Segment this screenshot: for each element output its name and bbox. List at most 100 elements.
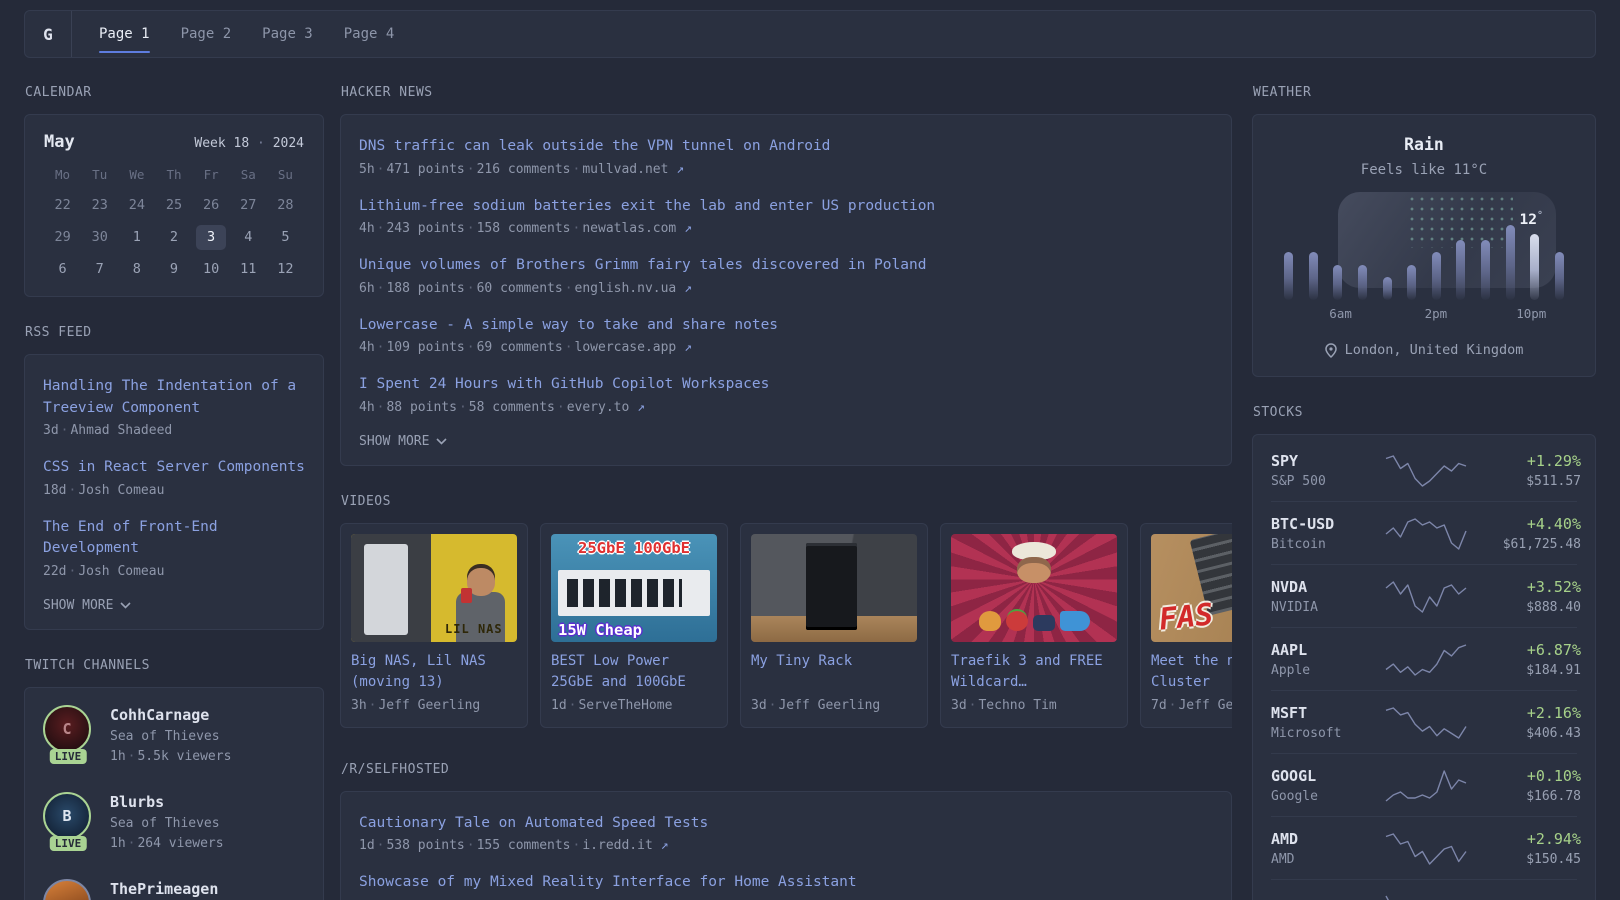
hn-item-meta: 4h · 243 points · 158 comments · newatlas.com … xyxy=(359,221,692,236)
avatar: B xyxy=(43,791,91,840)
twitch-avatar: C LIVE xyxy=(43,704,93,764)
pc-tower-art xyxy=(363,544,409,636)
weather-section: WEATHER Rain Feels like 11°C 12° 6am 2pm 1… xyxy=(1252,85,1596,377)
stock-ticker: BTC-USD xyxy=(1271,515,1335,533)
video-title-link[interactable]: Big NAS, Lil NAS (moving 13) xyxy=(351,651,517,693)
hn-domain-link[interactable]: english.nv.ua ↗ xyxy=(575,281,692,296)
hn-comments-link[interactable]: 60 comments xyxy=(477,281,563,296)
stock-change: +1.29% xyxy=(1526,452,1581,470)
stock-row[interactable]: GOOGL Google +0.10% $166.78 xyxy=(1271,753,1581,816)
stock-name: Microsoft xyxy=(1271,726,1342,741)
hour-labels: 6am 2pm 10pm xyxy=(1281,306,1567,322)
twitch-channel-name[interactable]: Blurbs xyxy=(110,793,224,811)
hn-item-link[interactable]: I Spent 24 Hours with GitHub Copilot Wor… xyxy=(359,374,1213,396)
stock-name: S&P 500 xyxy=(1271,474,1326,489)
weather-location: London, United Kingdom xyxy=(1269,342,1579,358)
stock-value: $61,725.48 xyxy=(1502,537,1581,552)
stock-row[interactable]: AAPL Apple +6.87% $184.91 xyxy=(1271,627,1581,690)
reddit-comments-link[interactable]: 155 comments xyxy=(477,838,571,853)
left-column: CALENDAR May Week 18 · 2024 Mo Tu We Th … xyxy=(24,85,324,900)
stock-row[interactable]: AMD AMD +2.94% $150.45 xyxy=(1271,816,1581,879)
video-title-link[interactable]: Traefik 3 and FREE Wildcard… xyxy=(951,651,1117,693)
calendar-day: 11 xyxy=(240,261,257,277)
twitch-channel-name[interactable]: ThePrimeagen xyxy=(110,880,218,898)
rss-show-more-button[interactable]: SHOW MORE xyxy=(43,598,305,613)
hn-item-link[interactable]: Unique volumes of Brothers Grimm fairy t… xyxy=(359,255,1213,277)
hour-label: 6am xyxy=(1329,306,1352,321)
reddit-item: Cautionary Tale on Automated Speed Tests… xyxy=(359,813,1213,854)
video-thumbnail[interactable]: 25GbE 100GbE 15W Cheap xyxy=(551,533,717,642)
rss-item-link[interactable]: Handling The Indentation of a Treeview C… xyxy=(43,376,305,419)
rss-section: RSS FEED Handling The Indentation of a T… xyxy=(24,325,324,630)
reddit-domain-link[interactable]: i.redd.it ↗ xyxy=(582,838,668,853)
external-link-icon: ↗ xyxy=(660,838,669,853)
stock-change: +4.40% xyxy=(1526,515,1581,533)
rss-item-link[interactable]: CSS in React Server Components xyxy=(43,457,305,479)
network-switch-art xyxy=(558,569,710,616)
video-meta: 3d · Techno Tim xyxy=(951,697,1057,713)
stock-row[interactable]: NVDA NVIDIA +3.52% $888.40 xyxy=(1271,564,1581,627)
reddit-item: Showcase of my Mixed Reality Interface f… xyxy=(359,872,1213,894)
twitch-channel-name[interactable]: CohhCarnage xyxy=(110,706,231,724)
video-channel-link[interactable]: ServeTheHome xyxy=(578,698,672,713)
hn-domain-link[interactable]: mullvad.net ↗ xyxy=(582,162,684,177)
stock-value: $150.45 xyxy=(1526,852,1581,867)
app-logo[interactable]: G xyxy=(25,11,72,57)
hn-item-meta: 6h · 188 points · 60 comments · english.nv.ua … xyxy=(359,280,692,296)
video-card: 25GbE 100GbE 15W Cheap BEST Low Power 25… xyxy=(540,522,728,728)
rss-item: The End of Front-End Development 22d · Jos… xyxy=(43,517,305,579)
video-card: LIL NAS Big NAS, Lil NAS (moving 13) 3h ·… xyxy=(340,522,528,728)
tab-page-2[interactable]: Page 2 xyxy=(181,11,232,57)
hn-domain-link[interactable]: newatlas.com ↗ xyxy=(582,221,692,236)
twitch-channel-row[interactable]: ThePrimeagen xyxy=(43,878,305,900)
videos-carousel: LIL NAS Big NAS, Lil NAS (moving 13) 3h ·… xyxy=(340,522,1232,728)
video-thumbnail[interactable]: FAS xyxy=(1151,533,1232,642)
stock-name: Google xyxy=(1271,789,1318,804)
video-channel-link[interactable]: Jeff Geerling xyxy=(1178,698,1232,713)
hn-comments-link[interactable]: 58 comments xyxy=(469,400,555,415)
selfhosted-section: /R/SELFHOSTED Cautionary Tale on Automat… xyxy=(340,762,1232,900)
tab-page-3[interactable]: Page 3 xyxy=(262,11,313,57)
hn-comments-link[interactable]: 69 comments xyxy=(477,340,563,355)
reddit-item-meta: 1d · 538 points · 155 comments · i.redd.it ↗ xyxy=(359,838,669,853)
video-title-link[interactable]: Meet the new Linux Cluster xyxy=(1151,651,1232,693)
temperature-bar xyxy=(1357,265,1367,300)
external-link-icon: ↗ xyxy=(684,221,692,236)
video-channel-link[interactable]: Jeff Geerling xyxy=(378,698,480,713)
reddit-item-link[interactable]: Showcase of my Mixed Reality Interface f… xyxy=(359,872,1213,894)
video-title-link[interactable]: My Tiny Rack xyxy=(751,651,917,693)
twitch-channel-row[interactable]: B LIVE Blurbs Sea of Thieves 1h · 264 view… xyxy=(43,791,305,851)
reddit-item-link[interactable]: Cautionary Tale on Automated Speed Tests xyxy=(359,813,1213,835)
video-channel-link[interactable]: Jeff Geerling xyxy=(778,698,880,713)
rss-header: RSS FEED xyxy=(25,325,92,340)
live-badge: LIVE xyxy=(49,748,87,764)
stock-ticker: SPY xyxy=(1271,452,1299,470)
calendar-grid: Mo Tu We Th Fr Sa Su 22 23 24 25 26 27 2… xyxy=(44,167,304,282)
tab-page-4[interactable]: Page 4 xyxy=(344,11,395,57)
hn-item-link[interactable]: Lithium-free sodium batteries exit the l… xyxy=(359,196,1213,218)
calendar-day: 9 xyxy=(169,261,179,277)
hn-show-more-button[interactable]: SHOW MORE xyxy=(359,434,1213,449)
temperature-bar xyxy=(1456,240,1466,300)
stock-row[interactable]: BTC-USD Bitcoin +4.40% $61,725.48 xyxy=(1271,501,1581,564)
rss-item-link[interactable]: The End of Front-End Development xyxy=(43,517,305,560)
hn-item-link[interactable]: DNS traffic can leak outside the VPN tun… xyxy=(359,136,1213,158)
video-channel-link[interactable]: Techno Tim xyxy=(978,698,1056,713)
twitch-channel-row[interactable]: C LIVE CohhCarnage Sea of Thieves 1h · 5.5… xyxy=(43,704,305,764)
stock-row[interactable]: RDDT -1.65% xyxy=(1271,879,1577,900)
stock-name: Bitcoin xyxy=(1271,537,1326,552)
video-title-link[interactable]: BEST Low Power 25GbE and 100GbE Switch… xyxy=(551,651,717,693)
hn-item-link[interactable]: Lowercase - A simple way to take and sha… xyxy=(359,315,1213,337)
tab-page-1[interactable]: Page 1 xyxy=(99,11,150,57)
hn-domain-link[interactable]: every.to ↗ xyxy=(567,400,645,415)
hn-comments-link[interactable]: 216 comments xyxy=(477,162,571,177)
video-thumbnail[interactable] xyxy=(951,533,1117,642)
stock-row[interactable]: SPY S&P 500 +1.29% $511.57 xyxy=(1271,439,1581,501)
hn-comments-link[interactable]: 158 comments xyxy=(477,221,571,236)
stock-row[interactable]: MSFT Microsoft +2.16% $406.43 xyxy=(1271,690,1581,753)
hn-domain-link[interactable]: lowercase.app ↗ xyxy=(575,340,692,355)
video-thumbnail[interactable]: LIL NAS xyxy=(351,533,517,642)
stock-change: +6.87% xyxy=(1526,641,1581,659)
video-thumbnail[interactable] xyxy=(751,533,917,642)
videos-section: VIDEOS LIL NAS Big NAS, Lil NAS (moving … xyxy=(340,494,1232,728)
